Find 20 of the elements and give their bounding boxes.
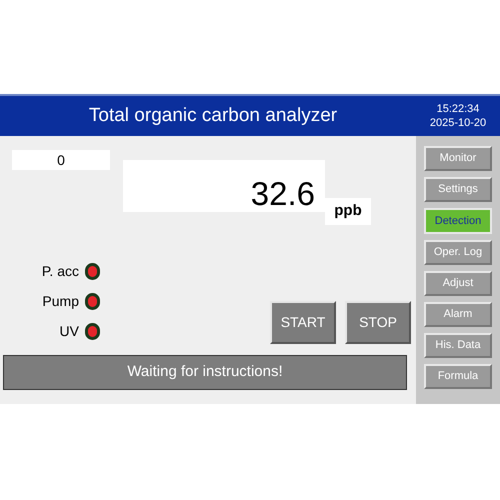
clock-date: 2025-10-20 [430, 116, 486, 130]
indicator-label: Pump [42, 292, 79, 311]
status-bar: Waiting for instructions! [3, 355, 407, 390]
reading-display: 32.6 [123, 160, 325, 212]
indicator-label: UV [60, 322, 79, 341]
nav-button[interactable]: Formula [424, 364, 492, 389]
nav-button[interactable]: Alarm [424, 302, 492, 327]
stop-button[interactable]: STOP [345, 301, 411, 344]
nav-button[interactable]: His. Data [424, 333, 492, 358]
counter-display: 0 [12, 150, 110, 170]
nav-button[interactable]: Adjust [424, 271, 492, 296]
nav-button[interactable]: Oper. Log [424, 240, 492, 265]
nav-button[interactable]: Monitor [424, 146, 492, 171]
unit-label: ppb [325, 198, 371, 225]
nav-button[interactable]: Detection [424, 208, 492, 234]
start-button[interactable]: START [270, 301, 336, 344]
nav-button[interactable]: Settings [424, 177, 492, 202]
indicator-label: P. acc [42, 262, 79, 281]
window-title: Total organic carbon analyzer [88, 104, 338, 128]
clock-time: 15:22:34 [436, 102, 480, 116]
